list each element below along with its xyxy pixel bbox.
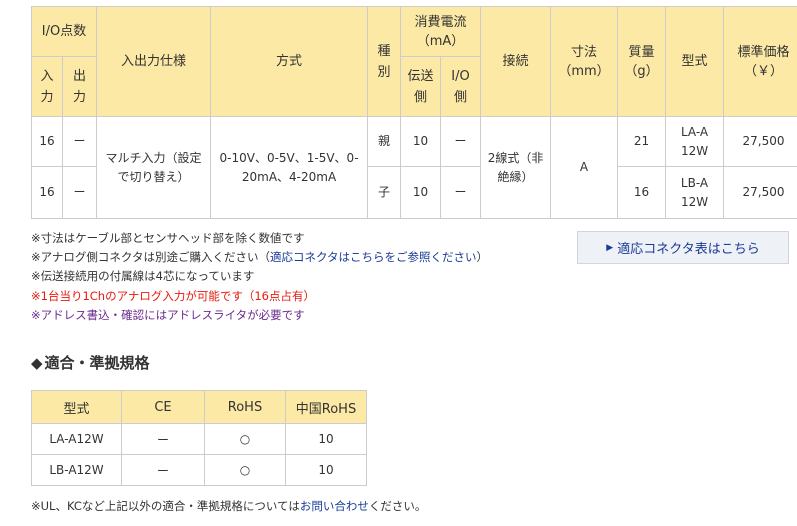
io-side-header: I/O側	[440, 56, 482, 117]
weight-header: 質量 （g）	[617, 6, 667, 117]
io-current: ー	[440, 116, 482, 167]
std-ce: ー	[121, 454, 205, 486]
model-value: LB-A12W	[665, 166, 725, 219]
connector-table-button-label: 適応コネクタ表はこちら	[617, 242, 760, 257]
note-dimensions: ※寸法はケーブル部とセンサヘッド部を除く数値です	[31, 231, 305, 245]
contact-link[interactable]: お問い合わせ	[300, 499, 369, 513]
method-header: 方式	[210, 6, 369, 117]
std-china-rohs: 10	[285, 454, 367, 486]
connection-value: 2線式（非絶縁）	[480, 116, 552, 219]
io-spec-value: マルチ入力（設定で切り替え）	[96, 116, 212, 219]
std-rohs: ○	[204, 423, 286, 455]
note-analog-input: ※1台当り1Chのアナログ入力が可能です（16点占有）	[31, 288, 315, 303]
standards-section-title: ◆ 適合・準拠規格	[31, 354, 150, 372]
std-model: LB-A12W	[31, 454, 122, 486]
std-rohs-header: RoHS	[204, 390, 286, 424]
dimensions-value: A	[550, 116, 619, 219]
table-row: LA-A12W ー ○ 10	[31, 423, 367, 455]
type-class-header: 種別	[367, 6, 402, 117]
dimensions-header: 寸法 （mm）	[550, 6, 619, 117]
price-value: 27,500	[723, 166, 797, 219]
table-row: LB-A12W ー ○ 10	[31, 454, 367, 486]
output-header: 出力	[61, 56, 98, 117]
transmit-current: 10	[400, 166, 442, 219]
standards-table: 型式 CE RoHS 中国RoHS LA-A12W ー ○ 10 LB-A12W…	[31, 390, 367, 486]
diamond-icon: ◆	[31, 354, 43, 372]
input-header: 入力	[31, 56, 63, 117]
weight-value: 21	[617, 116, 667, 167]
std-rohs: ○	[204, 454, 286, 486]
note-address-writer: ※アドレス書込・確認にはアドレスライタが必要です	[31, 307, 305, 322]
model-header: 型式	[665, 6, 725, 117]
current-header: 消費電流 （mA）	[400, 6, 482, 57]
std-ce: ー	[121, 423, 205, 455]
std-model: LA-A12W	[31, 423, 122, 455]
transmit-current: 10	[400, 116, 442, 167]
output-count: ー	[61, 116, 98, 167]
output-count: ー	[61, 166, 98, 219]
io-spec-header: 入出力仕様	[96, 6, 212, 117]
connector-reference-link[interactable]: 適応コネクタはこちらをご参照ください	[270, 250, 477, 264]
input-count: 16	[31, 116, 63, 167]
io-current: ー	[440, 166, 482, 219]
notes-list: ※寸法はケーブル部とセンサヘッド部を除く数値です ※アナログ側コネクタは別途ご購…	[31, 229, 488, 325]
std-china-rohs-header: 中国RoHS	[285, 390, 367, 424]
note-accessory-wire: ※伝送接続用の付属線は4芯になっています	[31, 269, 255, 284]
connector-table-button[interactable]: ▶ 適応コネクタ表はこちら	[577, 231, 789, 264]
std-china-rohs: 10	[285, 423, 367, 455]
type-value: 子	[367, 166, 402, 219]
connection-header: 接続	[480, 6, 552, 117]
std-model-header: 型式	[31, 390, 122, 424]
note-connector: ※アナログ側コネクタは別途ご購入ください（適応コネクタはこちらをご参照ください）	[31, 250, 488, 265]
type-value: 親	[367, 116, 402, 167]
io-points-header: I/O点数	[30, 6, 98, 57]
table-row: 16 ー マルチ入力（設定で切り替え） 0-10V、0-5V、1-5V、0-20…	[31, 116, 797, 219]
transmit-side-header: 伝送側	[400, 56, 442, 117]
play-triangle-icon: ▶	[606, 242, 614, 253]
product-spec-table: I/O点数 入出力仕様 方式 種別 消費電流 （mA） 接続 寸法 （mm） 質量（…	[30, 6, 797, 219]
price-header: 標準価格 （￥）	[723, 6, 797, 117]
price-value: 27,500	[723, 116, 797, 167]
std-ce-header: CE	[121, 390, 205, 424]
method-value: 0-10V、0-5V、1-5V、0-20mA、4-20mA	[210, 116, 369, 219]
input-count: 16	[31, 166, 63, 219]
standards-footnote: ※UL、KCなど上記以外の適合・準拠規格についてはお問い合わせください。	[31, 499, 427, 513]
model-value: LA-A12W	[665, 116, 725, 167]
weight-value: 16	[617, 166, 667, 219]
